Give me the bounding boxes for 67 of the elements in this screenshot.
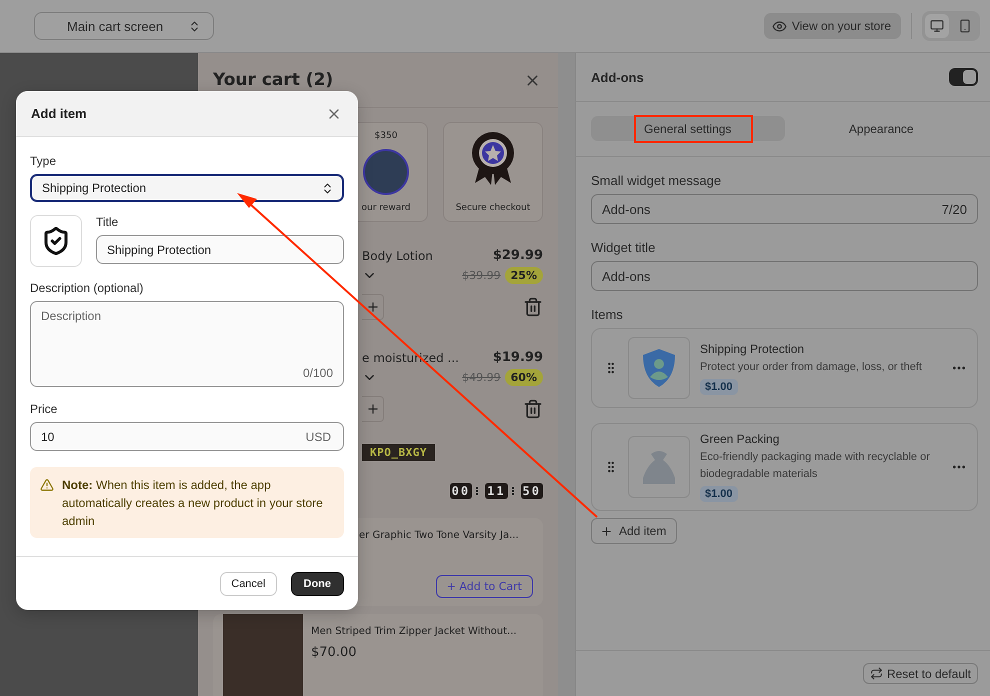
increase-button[interactable] xyxy=(362,396,384,422)
product-name: er Graphic Two Tone Varsity Ja... xyxy=(359,530,520,541)
screen-select[interactable]: Main cart screen xyxy=(34,12,214,40)
product-price: $29.99 xyxy=(492,248,543,263)
badge-price: $350 xyxy=(374,131,398,141)
timer-digits: 11 xyxy=(485,483,508,499)
field-label: Small widget message xyxy=(591,173,722,188)
field-label: Widget title xyxy=(591,240,656,255)
reset-icon xyxy=(870,667,883,680)
coupon-code: KPO_BXGY xyxy=(362,444,435,461)
plus-icon xyxy=(366,300,380,314)
view-store-button[interactable]: View on your store xyxy=(764,13,901,39)
cart-title: Your cart (2) xyxy=(213,70,334,90)
desktop-icon xyxy=(930,19,944,33)
discount-badge: 60% xyxy=(504,369,543,386)
warning-icon xyxy=(40,478,54,492)
field-label: Price xyxy=(30,402,58,416)
device-button[interactable] xyxy=(925,14,949,38)
increase-button[interactable] xyxy=(362,294,384,320)
add-item-button[interactable]: Add item xyxy=(591,518,678,544)
timer-digits: 50 xyxy=(520,483,543,499)
price-tag: $1.00 xyxy=(700,378,738,394)
dialog-title: Add item xyxy=(31,106,87,121)
input-field[interactable]: Add-ons 7/20 xyxy=(591,194,978,224)
photo-placeholder xyxy=(363,149,409,195)
plus-icon xyxy=(600,524,613,538)
field-label: Type xyxy=(30,154,58,168)
product-price: $70.00 xyxy=(311,645,358,660)
phone-icon xyxy=(958,19,972,33)
eye-icon xyxy=(772,18,787,34)
original-price: $39.99 xyxy=(462,269,501,282)
note-text: Note: When this item is added, the app automatically creates a new product in your store admin xyxy=(62,477,324,530)
section-label: Items xyxy=(591,307,624,322)
input-field[interactable]: 10 USD xyxy=(30,422,344,451)
add-to-cart-button[interactable]: + Add to Cart xyxy=(436,575,533,598)
input-field[interactable]: Shipping Protection xyxy=(96,235,344,264)
tab[interactable]: General settings xyxy=(591,116,784,141)
product-price: $19.99 xyxy=(492,350,543,365)
input-field[interactable]: Add-ons xyxy=(591,261,978,291)
item-description: Protect your order from damage, loss, or theft xyxy=(700,360,923,374)
type-select[interactable]: Shipping Protection xyxy=(30,174,344,202)
discount-badge: 25% xyxy=(504,267,543,284)
text-area[interactable]: Description 0/100 xyxy=(30,301,344,387)
trash-icon[interactable] xyxy=(523,399,543,419)
plus-icon xyxy=(366,402,380,416)
product-name: Body Lotion xyxy=(362,248,433,262)
timer-digits: 00 xyxy=(450,483,472,499)
original-price: $49.99 xyxy=(462,371,501,384)
badge-label: Secure checkout xyxy=(456,203,530,213)
shield-icon xyxy=(641,348,677,388)
product-name: Men Striped Trim Zipper Jacket Without... xyxy=(311,626,518,637)
trash-icon[interactable] xyxy=(523,297,543,317)
icon-picker[interactable] xyxy=(30,215,82,267)
item-description: Eco-friendly packaging made with recyclable or biodegradable materials xyxy=(700,450,931,482)
reset-button[interactable]: Reset to default xyxy=(862,663,978,684)
toggle-switch[interactable] xyxy=(949,68,978,86)
item-title: Green Packing xyxy=(700,432,780,446)
badge-label: our reward xyxy=(362,203,410,213)
tab[interactable]: Appearance xyxy=(784,116,978,141)
rosette-icon xyxy=(471,131,515,187)
field-label: Description (optional) xyxy=(30,281,144,295)
cancel-button[interactable]: Cancel xyxy=(220,572,276,596)
panel-title: Add-ons xyxy=(591,70,644,84)
item-title: Shipping Protection xyxy=(700,342,806,356)
price-tag: $1.00 xyxy=(700,486,738,502)
done-button[interactable]: Done xyxy=(290,572,344,596)
field-label: Title xyxy=(96,215,120,229)
